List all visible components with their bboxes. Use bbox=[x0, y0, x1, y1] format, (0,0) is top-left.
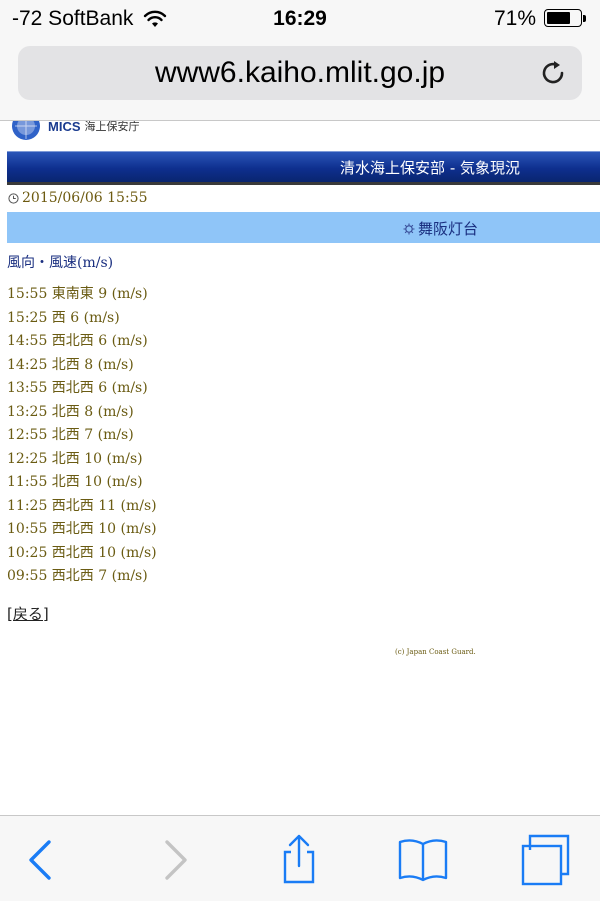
section-title-wind: 風向・風速(m/s) bbox=[7, 255, 114, 271]
address-field[interactable]: www6.kaiho.mlit.go.jp bbox=[18, 46, 582, 100]
share-icon[interactable] bbox=[271, 832, 327, 888]
wind-reading-row: 11:25 西北西 11 (m/s) bbox=[7, 497, 157, 514]
copyright-text: (c) Japan Coast Guard. bbox=[395, 648, 476, 656]
status-right: 71% bbox=[494, 7, 588, 31]
battery-icon bbox=[544, 9, 588, 29]
globe-logo-icon bbox=[12, 121, 40, 140]
safari-toolbar bbox=[0, 815, 600, 901]
tabs-icon[interactable] bbox=[518, 832, 574, 888]
wind-reading-row: 12:25 北西 10 (m/s) bbox=[7, 450, 143, 467]
wind-reading-row: 11:55 北西 10 (m/s) bbox=[7, 474, 143, 490]
station-bar: 舞阪灯台 bbox=[7, 212, 600, 243]
page-title: 清水海上保安部 - 気象現況 bbox=[340, 159, 520, 177]
battery-percent: 71% bbox=[493, 7, 536, 30]
header-divider bbox=[7, 182, 600, 185]
logo-org-text: 海上保安庁 bbox=[84, 121, 140, 133]
mics-logo: MICS 海上保安庁 bbox=[10, 121, 140, 140]
wind-reading-row: 15:55 東南東 9 (m/s) bbox=[7, 286, 148, 302]
wind-reading-row: 09:55 西北西 7 (m/s) bbox=[7, 568, 148, 584]
wind-reading-row: 14:25 北西 8 (m/s) bbox=[7, 356, 134, 373]
clock-icon bbox=[8, 192, 19, 204]
wind-reading-row: 13:25 北西 8 (m/s) bbox=[7, 403, 134, 420]
logo-mics-text: MICS bbox=[48, 121, 81, 134]
address-bar-area: www6.kaiho.mlit.go.jp bbox=[0, 40, 600, 121]
wind-reading-row: 10:25 西北西 10 (m/s) bbox=[7, 544, 157, 561]
battery-fill bbox=[547, 12, 570, 24]
status-bar: -72 SoftBank 16:29 71% bbox=[0, 0, 600, 40]
wind-readings-list: 15:55 東南東 9 (m/s) 15:25 西 6 (m/s) 14:55 西北… bbox=[7, 284, 157, 590]
chevron-right-icon[interactable] bbox=[146, 832, 202, 888]
gear-icon bbox=[403, 223, 415, 234]
station-name: 舞阪灯台 bbox=[403, 218, 478, 239]
web-page: MICS 海上保安庁 清水海上保安部 - 気象現況 2015/06/06 15:… bbox=[0, 121, 600, 815]
datetime-text: 2015/06/06 15:55 bbox=[22, 190, 148, 206]
wind-reading-row: 12:55 北西 7 (m/s) bbox=[7, 427, 134, 443]
page-header-bar: 清水海上保安部 - 気象現況 bbox=[7, 151, 600, 182]
wind-reading-row: 15:25 西 6 (m/s) bbox=[7, 309, 120, 326]
observation-datetime: 2015/06/06 15:55 bbox=[8, 190, 148, 206]
wind-reading-row: 10:55 西北西 10 (m/s) bbox=[7, 521, 157, 537]
back-link[interactable]: [戻る] bbox=[7, 603, 49, 624]
wind-reading-row: 14:55 西北西 6 (m/s) bbox=[7, 333, 148, 349]
wind-reading-row: 13:55 西北西 6 (m/s) bbox=[7, 380, 148, 396]
chevron-left-icon[interactable] bbox=[14, 832, 70, 888]
url-text[interactable]: www6.kaiho.mlit.go.jp bbox=[18, 56, 582, 90]
book-icon[interactable] bbox=[395, 832, 451, 888]
station-name-text: 舞阪灯台 bbox=[418, 220, 479, 238]
reload-icon[interactable] bbox=[538, 58, 568, 88]
